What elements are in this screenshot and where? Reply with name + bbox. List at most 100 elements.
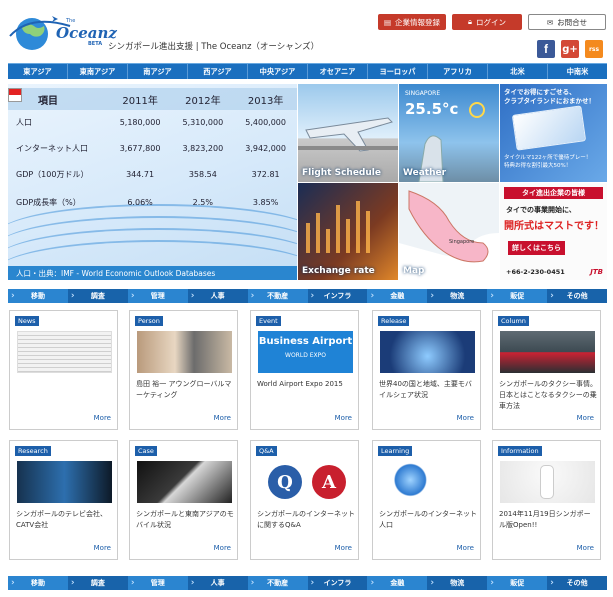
news-card[interactable]: News More: [9, 310, 118, 430]
category-transport[interactable]: 移動: [8, 289, 68, 303]
contact-button[interactable]: ✉ お問合せ: [528, 14, 606, 30]
stats-value: 3.85%: [252, 197, 279, 207]
qa-card[interactable]: Q&A Q A シンガポールのインターネットに関するQ&A More: [250, 440, 359, 560]
card-tag: Release: [378, 316, 410, 326]
business-airport-image: Business Airport WORLD EXPO: [258, 331, 353, 373]
country-stats-panel: 項目 2011年 2012年 2013年 人口 5,180,000 5,310,…: [8, 84, 297, 280]
jtb-opening-ceremony-ad[interactable]: タイ進出企業の皆様 タイでの事業開始に、 開所式はマストです！ 詳しくはこちら …: [500, 183, 607, 280]
card-text: 2014年11月19日シンガポール版Open!!: [499, 510, 591, 529]
category-hr[interactable]: 人事: [187, 576, 248, 590]
category-real-estate[interactable]: 不動産: [248, 289, 308, 303]
region-europe[interactable]: ヨーロッパ: [368, 64, 428, 79]
event-card[interactable]: Event Business Airport WORLD EXPO World …: [250, 310, 359, 430]
region-africa[interactable]: アフリカ: [428, 64, 488, 79]
region-latin-america[interactable]: 中南米: [548, 64, 607, 79]
map-label: Map: [403, 266, 425, 276]
category-logistics[interactable]: 物流: [427, 289, 488, 303]
category-other[interactable]: その他: [547, 289, 608, 303]
region-north-america[interactable]: 北米: [488, 64, 548, 79]
more-link[interactable]: More: [577, 544, 594, 552]
login-button[interactable]: 🔒︎ ログイン: [452, 14, 522, 30]
card-text: シンガポールのタクシー事情。日本とはことなるタクシーの乗車方法: [499, 380, 597, 410]
column-card[interactable]: Column シンガポールのタクシー事情。日本とはことなるタクシーの乗車方法 M…: [492, 310, 601, 430]
weather-tile[interactable]: SINGAPORE 25.5°c Weather: [399, 84, 499, 182]
person-card[interactable]: Person 島田 裕一 アウングローバルマーケティング More: [129, 310, 238, 430]
card-tag: Column: [498, 316, 529, 326]
category-research[interactable]: 調査: [67, 289, 128, 303]
stats-value: 372.81: [251, 169, 280, 179]
stats-header-label: 項目: [38, 95, 58, 107]
more-link[interactable]: More: [214, 414, 231, 422]
google-plus-icon[interactable]: g+: [561, 40, 579, 58]
category-infrastructure[interactable]: インフラ: [307, 576, 368, 590]
more-link[interactable]: More: [335, 544, 352, 552]
category-finance[interactable]: 金融: [367, 576, 427, 590]
stats-source: 人口・出典：IMF - World Economic Outlook Datab…: [8, 266, 297, 280]
category-logistics[interactable]: 物流: [427, 576, 488, 590]
stats-value: 2.5%: [192, 197, 213, 207]
category-promotion[interactable]: 販促: [487, 289, 547, 303]
region-central-asia[interactable]: 中央アジア: [248, 64, 308, 79]
card-text: シンガポールのインターネット人口: [379, 510, 477, 529]
more-link[interactable]: More: [94, 414, 111, 422]
rss-label: rss: [588, 45, 600, 53]
flight-schedule-tile[interactable]: Flight Schedule: [298, 84, 398, 182]
map-city-label: Singapore: [449, 239, 475, 245]
rss-icon[interactable]: rss: [585, 40, 603, 58]
ad2-phone: +66-2-230-0451: [506, 268, 565, 276]
club-thailand-ad[interactable]: タイでお得にすごせる、 クラブタイランドにおまかせ！ タイクルマ122ヶ所で優待…: [500, 84, 607, 182]
category-hr[interactable]: 人事: [187, 289, 248, 303]
region-south-asia[interactable]: 南アジア: [128, 64, 188, 79]
research-card[interactable]: Research シンガポールのテレビ会社、CATV会社 More: [9, 440, 118, 560]
card-text: 島田 裕一 アウングローバルマーケティング: [136, 380, 232, 399]
category-other[interactable]: その他: [547, 576, 608, 590]
event-image-title: Business Airport: [258, 336, 353, 347]
region-southeast-asia[interactable]: 東南アジア: [68, 64, 128, 79]
release-card[interactable]: Release 世界40の国と地域、主要モバイルシェア状況 More: [372, 310, 481, 430]
document-icon: ▤: [383, 17, 392, 27]
exchange-rate-tile[interactable]: Exchange rate: [298, 183, 398, 280]
company-register-button[interactable]: ▤ 企業情報登録: [378, 14, 446, 30]
category-finance[interactable]: 金融: [367, 289, 427, 303]
more-link[interactable]: More: [94, 544, 111, 552]
globe-mouse-image: [380, 461, 475, 503]
card-tag: Learning: [378, 446, 413, 456]
more-link[interactable]: More: [457, 414, 474, 422]
card-text: シンガポールのテレビ会社、CATV会社: [16, 510, 107, 529]
ad2-line1: タイでの事業開始に、: [506, 206, 576, 214]
stats-row-label: GDP成長率（%）: [16, 197, 81, 207]
membership-card-icon: [511, 105, 587, 151]
learning-card[interactable]: Learning シンガポールのインターネット人口 More: [372, 440, 481, 560]
case-card[interactable]: Case シンガポールと東南アジアのモバイル状況 More: [129, 440, 238, 560]
category-management[interactable]: 管理: [128, 289, 188, 303]
company-register-label: 企業情報登録: [395, 17, 441, 27]
ad2-banner: タイ進出企業の皆様: [504, 187, 603, 199]
category-infrastructure[interactable]: インフラ: [307, 289, 368, 303]
more-link[interactable]: More: [577, 414, 594, 422]
category-transport[interactable]: 移動: [8, 576, 68, 590]
stats-year-2013: 2013年: [247, 95, 284, 107]
category-real-estate[interactable]: 不動産: [248, 576, 308, 590]
stats-value: 5,180,000: [119, 117, 161, 127]
category-promotion[interactable]: 販促: [487, 576, 547, 590]
ad2-cta[interactable]: 詳しくはこちら: [508, 241, 565, 255]
facebook-icon[interactable]: f: [537, 40, 555, 58]
category-management[interactable]: 管理: [128, 576, 188, 590]
region-east-asia[interactable]: 東アジア: [8, 64, 68, 79]
smartphone-image: [380, 331, 475, 373]
more-link[interactable]: More: [457, 544, 474, 552]
information-card[interactable]: Information 2014年11月19日シンガポール版Open!! Mor…: [492, 440, 601, 560]
more-link[interactable]: More: [335, 414, 352, 422]
newspaper-image: [17, 331, 112, 373]
card-tag: Person: [135, 316, 163, 326]
card-tag: News: [15, 316, 39, 326]
category-research[interactable]: 調査: [67, 576, 128, 590]
region-oceania[interactable]: オセアニア: [308, 64, 368, 79]
map-tile[interactable]: Singapore Map: [399, 183, 499, 280]
stats-row-label: インターネット人口: [16, 143, 88, 153]
region-west-asia[interactable]: 西アジア: [188, 64, 248, 79]
stats-row-internet: インターネット人口 3,677,800 3,823,200 3,942,000: [8, 136, 297, 160]
singapore-flag-icon: [8, 88, 22, 102]
more-link[interactable]: More: [214, 544, 231, 552]
card-tag: Event: [256, 316, 281, 326]
